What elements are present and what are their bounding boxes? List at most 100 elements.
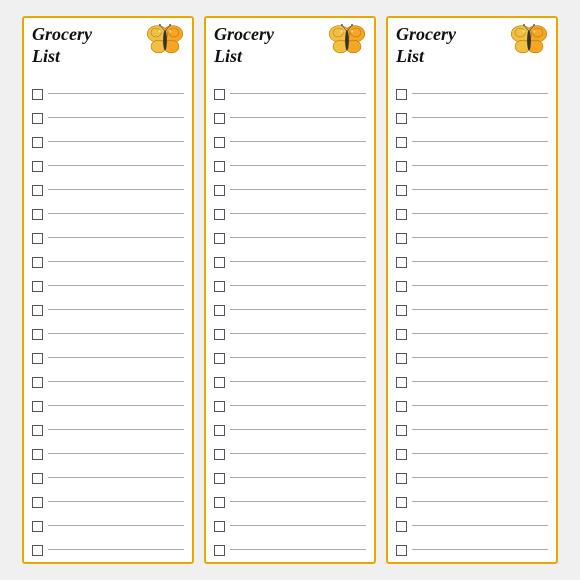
checkbox[interactable] — [396, 401, 407, 412]
checkbox[interactable] — [32, 161, 43, 172]
checkbox[interactable] — [214, 329, 225, 340]
item-line — [230, 453, 366, 454]
item-line — [48, 141, 184, 142]
checkbox[interactable] — [32, 473, 43, 484]
item-line — [412, 189, 548, 190]
checkbox[interactable] — [32, 425, 43, 436]
checkbox[interactable] — [214, 377, 225, 388]
checkbox[interactable] — [214, 89, 225, 100]
card-title-2: GroceryList — [214, 24, 326, 67]
checkbox[interactable] — [32, 305, 43, 316]
checkbox[interactable] — [214, 137, 225, 148]
checkbox[interactable] — [32, 89, 43, 100]
checkbox[interactable] — [214, 401, 225, 412]
checkbox[interactable] — [32, 377, 43, 388]
list-item — [396, 490, 548, 514]
list-item — [32, 130, 184, 154]
list-item — [214, 130, 366, 154]
list-item — [32, 274, 184, 298]
checkbox[interactable] — [396, 257, 407, 268]
checkbox[interactable] — [32, 233, 43, 244]
checkbox[interactable] — [32, 113, 43, 124]
checkbox[interactable] — [396, 113, 407, 124]
list-item — [396, 370, 548, 394]
checkbox[interactable] — [396, 185, 407, 196]
item-line — [412, 285, 548, 286]
checkbox[interactable] — [32, 497, 43, 508]
checkbox[interactable] — [32, 257, 43, 268]
checkbox[interactable] — [214, 209, 225, 220]
checkbox[interactable] — [396, 89, 407, 100]
item-line — [48, 261, 184, 262]
checkbox[interactable] — [32, 329, 43, 340]
list-item — [396, 250, 548, 274]
item-line — [48, 333, 184, 334]
checkbox[interactable] — [396, 473, 407, 484]
checkbox[interactable] — [32, 137, 43, 148]
checkbox[interactable] — [214, 113, 225, 124]
checkbox[interactable] — [396, 329, 407, 340]
checkbox[interactable] — [396, 449, 407, 460]
checkbox[interactable] — [214, 185, 225, 196]
list-item — [32, 298, 184, 322]
checkbox[interactable] — [32, 401, 43, 412]
checkbox[interactable] — [214, 497, 225, 508]
item-line — [230, 477, 366, 478]
checkbox[interactable] — [32, 449, 43, 460]
list-item — [214, 418, 366, 442]
list-item — [396, 418, 548, 442]
checkbox[interactable] — [214, 449, 225, 460]
list-item — [32, 370, 184, 394]
item-line — [48, 453, 184, 454]
checkbox[interactable] — [396, 281, 407, 292]
checkbox[interactable] — [214, 473, 225, 484]
checkbox[interactable] — [396, 209, 407, 220]
checkbox[interactable] — [396, 305, 407, 316]
checkbox[interactable] — [396, 545, 407, 556]
item-line — [48, 189, 184, 190]
checkbox[interactable] — [214, 233, 225, 244]
checkbox[interactable] — [396, 137, 407, 148]
checkbox[interactable] — [214, 425, 225, 436]
checkbox[interactable] — [32, 353, 43, 364]
checkbox[interactable] — [396, 161, 407, 172]
list-item — [214, 466, 366, 490]
item-line — [412, 333, 548, 334]
item-line — [48, 477, 184, 478]
list-item — [32, 178, 184, 202]
checkbox[interactable] — [396, 353, 407, 364]
checkbox[interactable] — [396, 233, 407, 244]
checkbox[interactable] — [214, 161, 225, 172]
card-header-1: GroceryList — [32, 24, 184, 76]
checkbox[interactable] — [214, 545, 225, 556]
item-line — [412, 477, 548, 478]
list-item — [214, 250, 366, 274]
item-line — [412, 117, 548, 118]
card-title-3: GroceryList — [396, 24, 508, 67]
item-line — [48, 429, 184, 430]
checkbox[interactable] — [32, 545, 43, 556]
item-line — [412, 261, 548, 262]
checkbox[interactable] — [214, 281, 225, 292]
checkbox[interactable] — [396, 521, 407, 532]
list-item — [214, 322, 366, 346]
checkbox[interactable] — [396, 377, 407, 388]
checkbox[interactable] — [214, 305, 225, 316]
card-header-2: GroceryList — [214, 24, 366, 76]
item-line — [48, 381, 184, 382]
checkbox[interactable] — [214, 257, 225, 268]
item-line — [230, 93, 366, 94]
checkbox[interactable] — [396, 497, 407, 508]
list-item — [396, 106, 548, 130]
checkbox[interactable] — [396, 425, 407, 436]
items-list-3 — [396, 82, 548, 562]
checkbox[interactable] — [32, 281, 43, 292]
checkbox[interactable] — [32, 185, 43, 196]
item-line — [48, 93, 184, 94]
checkbox[interactable] — [32, 521, 43, 532]
item-line — [48, 213, 184, 214]
checkbox[interactable] — [214, 521, 225, 532]
list-item — [396, 466, 548, 490]
checkbox[interactable] — [32, 209, 43, 220]
checkbox[interactable] — [214, 353, 225, 364]
